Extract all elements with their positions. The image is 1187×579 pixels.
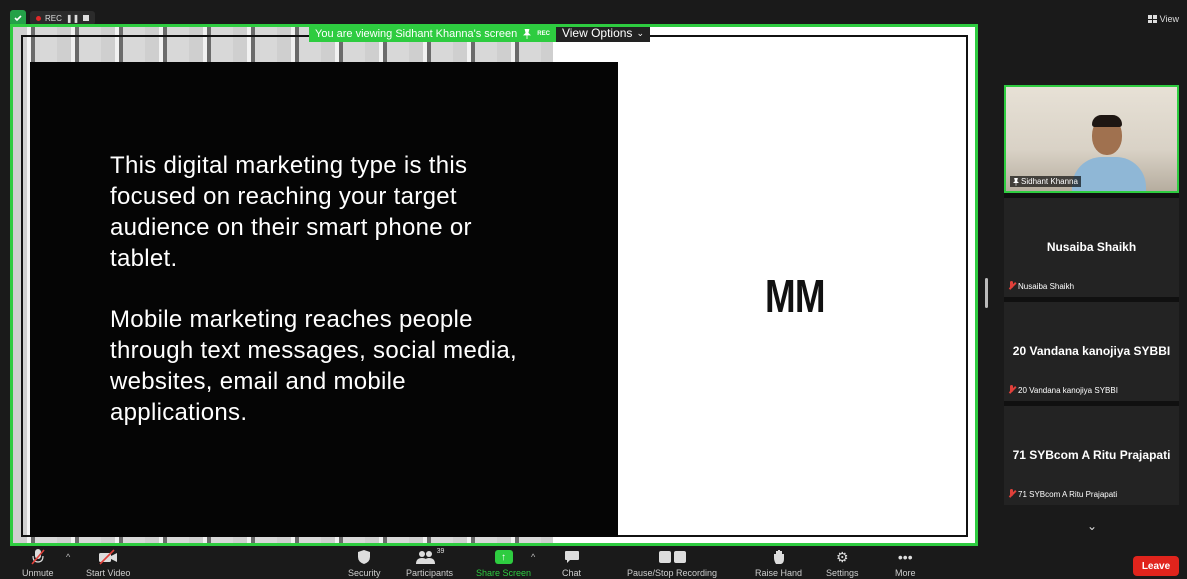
participant-name-tag: Nusaiba Shaikh: [1008, 281, 1074, 291]
participant-count: 39: [436, 547, 445, 555]
recording-indicator[interactable]: REC ❚❚: [30, 11, 96, 25]
video-off-icon: [98, 548, 118, 566]
muted-mic-icon: [30, 548, 46, 566]
viewing-banner-text: You are viewing Sidhant Khanna's screen: [315, 28, 518, 40]
share-screen-button[interactable]: ↑ Share Screen: [476, 548, 531, 579]
participant-tile[interactable]: 71 SYBcom A Ritu Prajapati 71 SYBcom A R…: [1004, 401, 1179, 505]
screen-share-banner: You are viewing Sidhant Khanna's screen …: [309, 26, 650, 42]
shared-screen: This digital marketing type is this focu…: [10, 24, 978, 546]
pause-stop-recording-button[interactable]: Pause/Stop Recording: [627, 548, 717, 579]
slide-text-box: This digital marketing type is this focu…: [30, 62, 618, 537]
view-options-label: View Options: [561, 26, 633, 40]
participant-tile[interactable]: Nusaiba Shaikh Nusaiba Shaikh: [1004, 193, 1179, 297]
more-button[interactable]: ••• More: [895, 548, 916, 579]
participants-gallery: Sidhant Khanna Nusaiba Shaikh Nusaiba Sh…: [1004, 85, 1179, 505]
settings-button[interactable]: ⚙ Settings: [826, 548, 859, 579]
chat-button[interactable]: Chat: [562, 548, 581, 579]
view-options-button[interactable]: View Options ⌄: [555, 26, 650, 42]
share-options-caret-icon[interactable]: ^: [531, 552, 535, 562]
chevron-down-icon: ⌄: [636, 27, 644, 38]
participants-label: Participants: [406, 568, 454, 578]
participant-tag-name: 71 SYBcom A Ritu Prajapati: [1018, 489, 1118, 499]
participant-tile-name: 20 Vandana kanojiya SYBBI: [1012, 344, 1171, 358]
muted-mic-icon: [1008, 489, 1015, 499]
participant-tile[interactable]: 20 Vandana kanojiya SYBBI 20 Vandana kan…: [1004, 297, 1179, 401]
audio-options-caret-icon[interactable]: ^: [66, 552, 70, 562]
raise-hand-label: Raise Hand: [755, 568, 803, 578]
share-screen-label: Share Screen: [476, 568, 532, 578]
panel-resize-handle[interactable]: [985, 278, 988, 308]
grid-view-icon: [1147, 15, 1157, 23]
pin-icon: [523, 29, 532, 39]
video-tile-name-tag: Sidhant Khanna: [1010, 176, 1081, 187]
muted-mic-icon: [1008, 281, 1015, 291]
participant-video-body: [1072, 157, 1146, 191]
zoom-meeting-window: REC ❚❚ View This digital marketing type …: [0, 0, 1187, 579]
meeting-toolbar: Unmute ^ Start Video Security 39 Partici…: [0, 546, 1187, 579]
participant-tile-name: Nusaiba Shaikh: [1046, 240, 1137, 254]
security-button[interactable]: Security: [348, 548, 381, 579]
participant-tag-name: 20 Vandana kanojiya SYBBI: [1018, 385, 1118, 395]
slide-logo-text: MM: [765, 270, 826, 322]
video-tile-name: Sidhant Khanna: [1021, 177, 1078, 186]
more-dots-icon: •••: [897, 549, 913, 565]
shield-icon: [357, 548, 371, 566]
raise-hand-button[interactable]: Raise Hand: [755, 548, 802, 579]
participants-icon: 39: [415, 547, 445, 566]
start-video-button[interactable]: Start Video: [86, 548, 130, 579]
participant-tag-name: Nusaiba Shaikh: [1018, 281, 1075, 291]
recording-label: REC: [45, 13, 62, 23]
view-button[interactable]: View: [1147, 14, 1179, 24]
raise-hand-icon: [772, 548, 786, 566]
stop-icon[interactable]: [83, 15, 90, 21]
participant-video-hair: [1092, 115, 1122, 127]
pin-icon: [1013, 177, 1019, 186]
leave-button[interactable]: Leave: [1133, 556, 1179, 576]
banner-rec-label: REC: [537, 31, 550, 37]
more-label: More: [895, 568, 916, 578]
unmute-button[interactable]: Unmute: [22, 548, 54, 579]
pause-icon[interactable]: ❚❚: [66, 14, 79, 23]
start-video-label: Start Video: [86, 568, 131, 578]
participant-name-tag: 20 Vandana kanojiya SYBBI: [1008, 385, 1118, 395]
slide-paragraph-2: Mobile marketing reaches people through …: [110, 306, 517, 426]
pause-stop-icon: [658, 548, 686, 566]
recording-dot-icon: [36, 15, 41, 21]
viewing-banner: You are viewing Sidhant Khanna's screen …: [309, 27, 556, 42]
participant-tile-name: 71 SYBcom A Ritu Prajapati: [1012, 448, 1171, 462]
security-label: Security: [348, 568, 381, 578]
settings-label: Settings: [826, 568, 859, 578]
unmute-label: Unmute: [22, 568, 54, 578]
slide-paragraph-1: This digital marketing type is this focu…: [110, 152, 472, 272]
pause-stop-recording-label: Pause/Stop Recording: [627, 568, 718, 578]
chat-label: Chat: [562, 568, 582, 578]
video-tile-sidhant[interactable]: Sidhant Khanna: [1004, 85, 1179, 193]
gear-icon: ⚙: [835, 548, 849, 565]
participant-name-tag: 71 SYBcom A Ritu Prajapati: [1008, 489, 1117, 499]
view-label: View: [1159, 14, 1179, 24]
share-screen-arrow-icon: ↑: [494, 550, 513, 564]
muted-mic-icon: [1008, 385, 1015, 395]
participants-button[interactable]: 39 Participants: [406, 548, 453, 579]
chat-bubble-icon: [564, 548, 580, 566]
gallery-scroll-down-chevron-icon[interactable]: ⌄: [1087, 519, 1097, 533]
